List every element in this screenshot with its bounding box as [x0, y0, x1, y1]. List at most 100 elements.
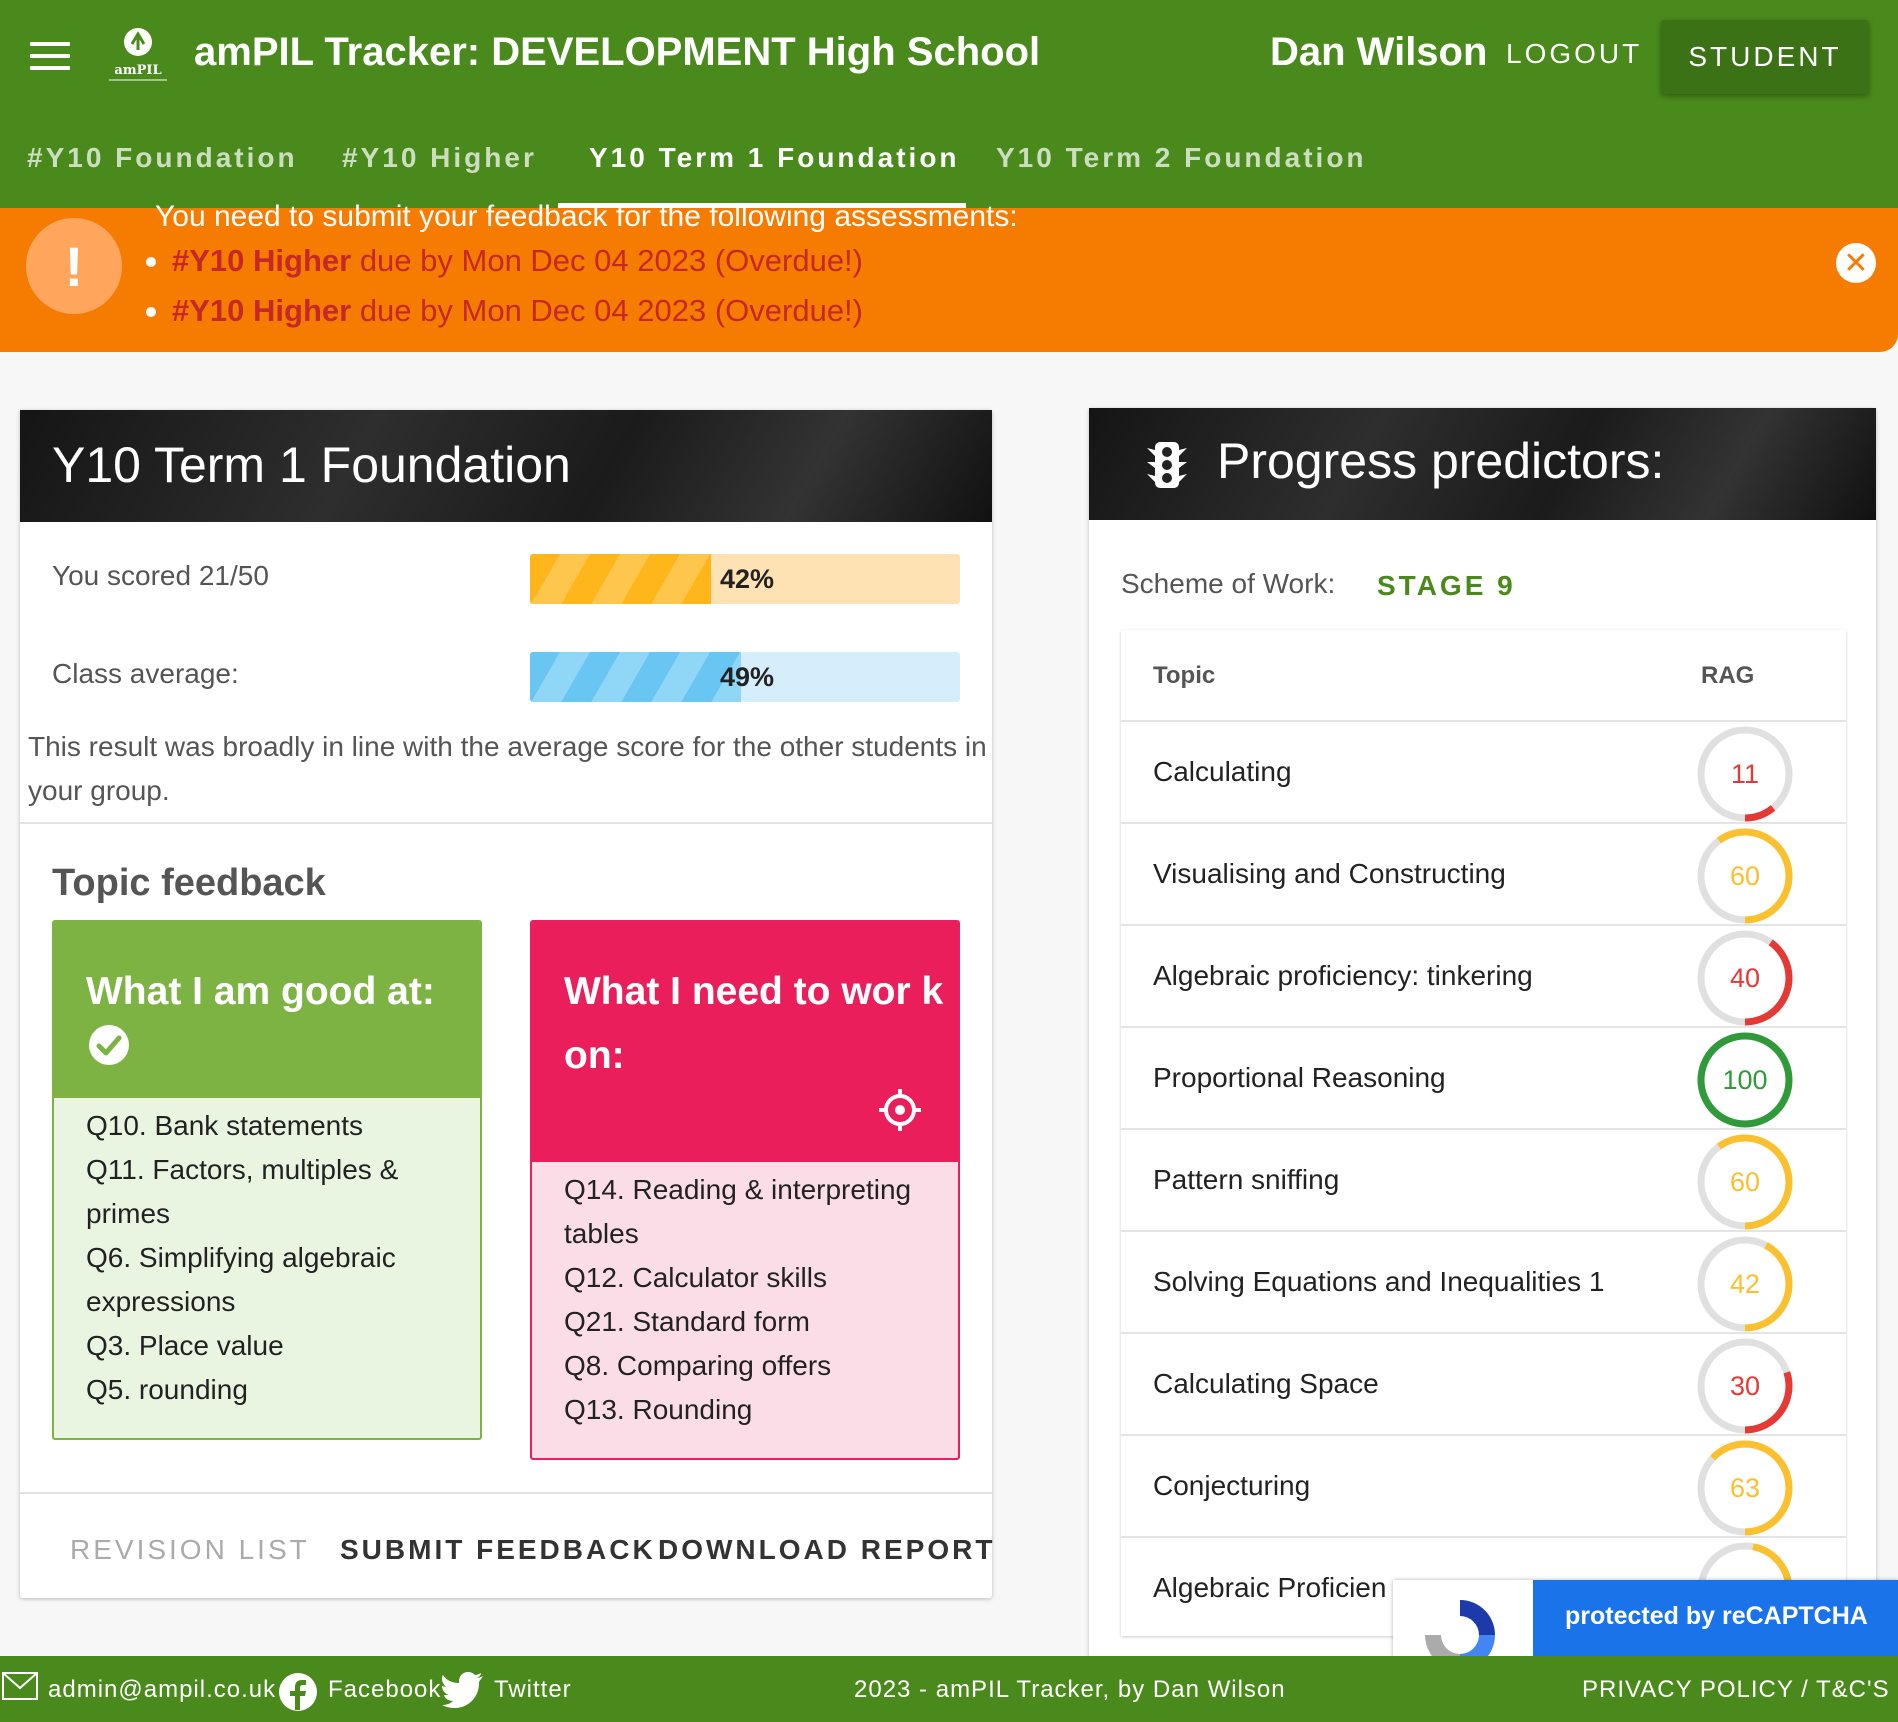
good-at-header: What I am good at:	[54, 922, 480, 1098]
class-bar-fill	[530, 652, 741, 702]
facebook-icon[interactable]	[278, 1672, 318, 1712]
app-title: amPIL Tracker: DEVELOPMENT High School	[194, 30, 1041, 74]
alert-heading: You need to submit your feedback for the…	[155, 200, 1018, 233]
rag-value: 60	[1729, 860, 1761, 891]
assessment-link[interactable]: #Y10 Higher	[172, 293, 351, 328]
footer: admin@ampil.co.uk Facebook Twitter 2023 …	[0, 1656, 1898, 1722]
class-average-bar: 49%	[530, 652, 960, 702]
student-role-button[interactable]: STUDENT	[1661, 20, 1869, 94]
twitter-icon[interactable]	[442, 1672, 484, 1708]
facebook-link[interactable]: Facebook	[328, 1676, 441, 1704]
twitter-link[interactable]: Twitter	[494, 1676, 572, 1704]
assessment-link[interactable]: #Y10 Higher	[172, 243, 351, 278]
assessment-title: Y10 Term 1 Foundation	[52, 437, 571, 493]
ampil-logo: amPIL	[109, 28, 167, 81]
list-item: Q5. rounding	[86, 1374, 248, 1405]
col-rag-header: RAG	[1701, 662, 1755, 689]
score-label: You scored 21/50	[52, 560, 269, 591]
feedback-alert-banner: ! You need to submit your feedback for t…	[0, 200, 1898, 352]
crosshair-target-icon	[879, 1089, 921, 1131]
topic-name: Solving Equations and Inequalities 1	[1153, 1266, 1605, 1297]
table-row: Proportional Reasoning 100	[1121, 1028, 1846, 1130]
tab-y10-foundation[interactable]: #Y10 Foundation	[27, 142, 298, 174]
overdue-assessment-item[interactable]: #Y10 Higher due by Mon Dec 04 2023 (Over…	[146, 293, 863, 329]
topic-name: Algebraic Proficien	[1153, 1572, 1387, 1603]
close-alert-icon[interactable]: ✕	[1836, 243, 1876, 283]
work-on-title: What I need to wor k on:	[564, 970, 944, 1077]
overdue-assessment-item[interactable]: #Y10 Higher due by Mon Dec 04 2023 (Over…	[146, 243, 863, 279]
list-item: Q6. Simplifying algebraic expressions	[86, 1242, 396, 1317]
table-row: Conjecturing 63	[1121, 1436, 1846, 1538]
list-item: Q14. Reading & interpreting tables	[564, 1174, 912, 1249]
rag-score-ring: 63	[1695, 1438, 1795, 1538]
table-row: Visualising and Constructing 60	[1121, 824, 1846, 926]
work-on-list: Q14. Reading & interpreting tables Q12. …	[564, 1168, 934, 1432]
privacy-policy-link[interactable]: PRIVACY POLICY / T&C'S	[1582, 1676, 1890, 1704]
top-app-bar: amPIL amPIL Tracker: DEVELOPMENT High Sc…	[0, 0, 1898, 208]
work-on-panel: What I need to wor k on: Q14. Reading & …	[530, 920, 960, 1460]
score-percent: 42%	[720, 564, 775, 594]
tab-y10-term2-foundation[interactable]: Y10 Term 2 Foundation	[996, 142, 1367, 174]
list-item: Q21. Standard form	[564, 1306, 810, 1337]
assessment-result-card: Y10 Term 1 Foundation You scored 21/50 4…	[20, 410, 992, 1598]
rag-score-ring: 40	[1695, 928, 1795, 1028]
tab-y10-term1-foundation[interactable]: Y10 Term 1 Foundation	[589, 142, 960, 174]
class-average-label: Class average:	[52, 658, 239, 689]
scheme-of-work-label: Scheme of Work:	[1121, 568, 1336, 599]
email-link[interactable]: admin@ampil.co.uk	[48, 1676, 276, 1704]
traffic-light-icon	[1147, 442, 1187, 488]
user-name: Dan Wilson	[1270, 30, 1488, 74]
table-row: Calculating 11	[1121, 722, 1846, 824]
rag-value: 30	[1729, 1370, 1761, 1401]
rag-score-ring: 60	[1695, 826, 1795, 926]
check-circle-icon	[89, 1025, 129, 1065]
due-text: due by Mon Dec 04 2023 (Overdue!)	[351, 243, 863, 278]
rag-value: 100	[1722, 1064, 1768, 1095]
rag-value: 63	[1729, 1472, 1761, 1503]
col-topic-header: Topic	[1153, 662, 1216, 689]
list-item: Q10. Bank statements	[86, 1110, 364, 1141]
progress-predictors-card: Progress predictors: Scheme of Work: STA…	[1089, 408, 1876, 1658]
rag-score-ring: 60	[1695, 1132, 1795, 1232]
topic-name: Calculating	[1153, 756, 1292, 787]
list-item: Q11. Factors, multiples & primes	[86, 1154, 399, 1229]
card-actions: REVISION LIST SUBMIT FEEDBACK DOWNLOAD R…	[20, 1492, 992, 1598]
due-text: due by Mon Dec 04 2023 (Overdue!)	[351, 293, 863, 328]
list-item: Q8. Comparing offers	[564, 1350, 832, 1381]
rag-value: 40	[1729, 962, 1761, 993]
table-row: Solving Equations and Inequalities 1 42	[1121, 1232, 1846, 1334]
copyright-text: 2023 - amPIL Tracker, by Dan Wilson	[854, 1676, 1286, 1703]
work-on-header: What I need to wor k on:	[532, 922, 958, 1162]
svg-text:amPIL: amPIL	[114, 63, 161, 78]
good-at-panel: What I am good at: Q10. Bank statements …	[52, 920, 482, 1440]
rag-score-ring: 100	[1695, 1030, 1795, 1130]
list-item: Q12. Calculator skills	[564, 1262, 827, 1293]
hamburger-menu-icon[interactable]	[30, 42, 70, 70]
logout-button[interactable]: LOGOUT	[1506, 38, 1642, 70]
rag-score-ring: 30	[1695, 1336, 1795, 1436]
download-report-button[interactable]: DOWNLOAD REPORT	[658, 1534, 995, 1566]
score-progress-bar: 42%	[530, 554, 960, 604]
good-at-title: What I am good at:	[86, 970, 435, 1013]
rag-value: 60	[1729, 1166, 1761, 1197]
topic-name: Pattern sniffing	[1153, 1164, 1340, 1195]
rag-value: 42	[1729, 1268, 1761, 1299]
tab-y10-higher[interactable]: #Y10 Higher	[342, 142, 537, 174]
scheme-of-work-value[interactable]: STAGE 9	[1377, 570, 1516, 602]
progress-title: Progress predictors:	[1217, 433, 1665, 489]
exclamation-icon: !	[26, 218, 122, 314]
topic-name: Calculating Space	[1153, 1368, 1379, 1399]
card-header: Y10 Term 1 Foundation	[20, 410, 992, 522]
submit-feedback-button[interactable]: SUBMIT FEEDBACK	[340, 1534, 656, 1566]
rag-value: 11	[1730, 758, 1760, 789]
topic-feedback-title: Topic feedback	[52, 862, 326, 904]
divider	[20, 822, 992, 824]
rag-score-ring: 42	[1695, 1234, 1795, 1334]
topic-name: Conjecturing	[1153, 1470, 1311, 1501]
predictor-table: Topic RAG Calculating 11 Visualising and C…	[1121, 630, 1846, 1636]
card-header: Progress predictors:	[1089, 408, 1876, 520]
revision-list-button[interactable]: REVISION LIST	[70, 1534, 310, 1566]
overdue-assessment-list: #Y10 Higher due by Mon Dec 04 2023 (Over…	[146, 243, 863, 343]
list-item: Q3. Place value	[86, 1330, 284, 1361]
table-row: Pattern sniffing 60	[1121, 1130, 1846, 1232]
